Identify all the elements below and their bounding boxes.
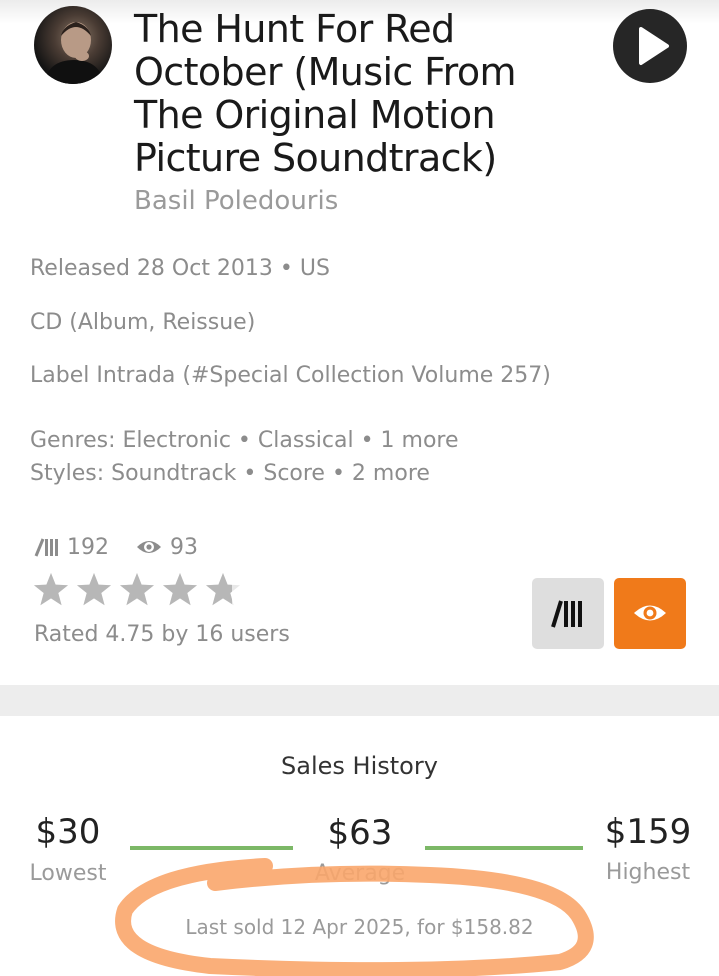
eye-icon bbox=[137, 541, 161, 553]
artist-avatar[interactable] bbox=[34, 6, 112, 84]
star-icon[interactable] bbox=[76, 572, 112, 608]
have-count: 192 bbox=[67, 534, 109, 560]
star-icon[interactable] bbox=[205, 572, 241, 608]
add-to-wantlist-button[interactable] bbox=[614, 578, 686, 649]
release-genres[interactable]: Genres: Electronic • Classical • 1 more bbox=[30, 428, 459, 453]
last-sold-text: Last sold 12 Apr 2025, for $158.82 bbox=[185, 915, 534, 939]
average-label: Average bbox=[314, 861, 406, 886]
artist-photo-icon bbox=[44, 22, 104, 84]
want-count: 93 bbox=[170, 534, 198, 560]
collection-icon bbox=[34, 538, 58, 557]
lowest-price: $30 bbox=[35, 812, 101, 852]
rating-stars[interactable] bbox=[33, 572, 248, 608]
price-range-bar-left bbox=[130, 846, 293, 850]
lowest-label: Lowest bbox=[29, 861, 107, 886]
section-divider bbox=[0, 685, 719, 716]
have-stat: 192 bbox=[34, 535, 109, 560]
play-icon bbox=[639, 27, 669, 65]
collection-icon bbox=[551, 600, 582, 628]
release-date: Released 28 Oct 2013 • US bbox=[30, 256, 330, 281]
eye-icon bbox=[634, 605, 666, 621]
price-range-bar-right bbox=[425, 846, 583, 850]
highest-price: $159 bbox=[604, 812, 692, 852]
average-price: $63 bbox=[327, 813, 393, 853]
stats-row: 192 93 bbox=[34, 532, 224, 562]
release-format: CD (Album, Reissue) bbox=[30, 310, 256, 335]
artist-name[interactable]: Basil Poledouris bbox=[134, 186, 338, 216]
add-to-collection-button[interactable] bbox=[532, 578, 604, 649]
play-button[interactable] bbox=[613, 9, 687, 83]
sales-history-title: Sales History bbox=[281, 752, 438, 780]
want-stat: 93 bbox=[135, 535, 198, 560]
star-icon[interactable] bbox=[33, 572, 69, 608]
rated-text: Rated 4.75 by 16 users bbox=[34, 622, 290, 647]
release-styles[interactable]: Styles: Soundtrack • Score • 2 more bbox=[30, 461, 430, 486]
star-icon[interactable] bbox=[162, 572, 198, 608]
release-title: The Hunt For Red October (Music From The… bbox=[134, 7, 517, 180]
star-icon[interactable] bbox=[119, 572, 155, 608]
release-label[interactable]: Label Intrada (#Special Collection Volum… bbox=[30, 363, 551, 388]
highest-label: Highest bbox=[605, 860, 691, 885]
